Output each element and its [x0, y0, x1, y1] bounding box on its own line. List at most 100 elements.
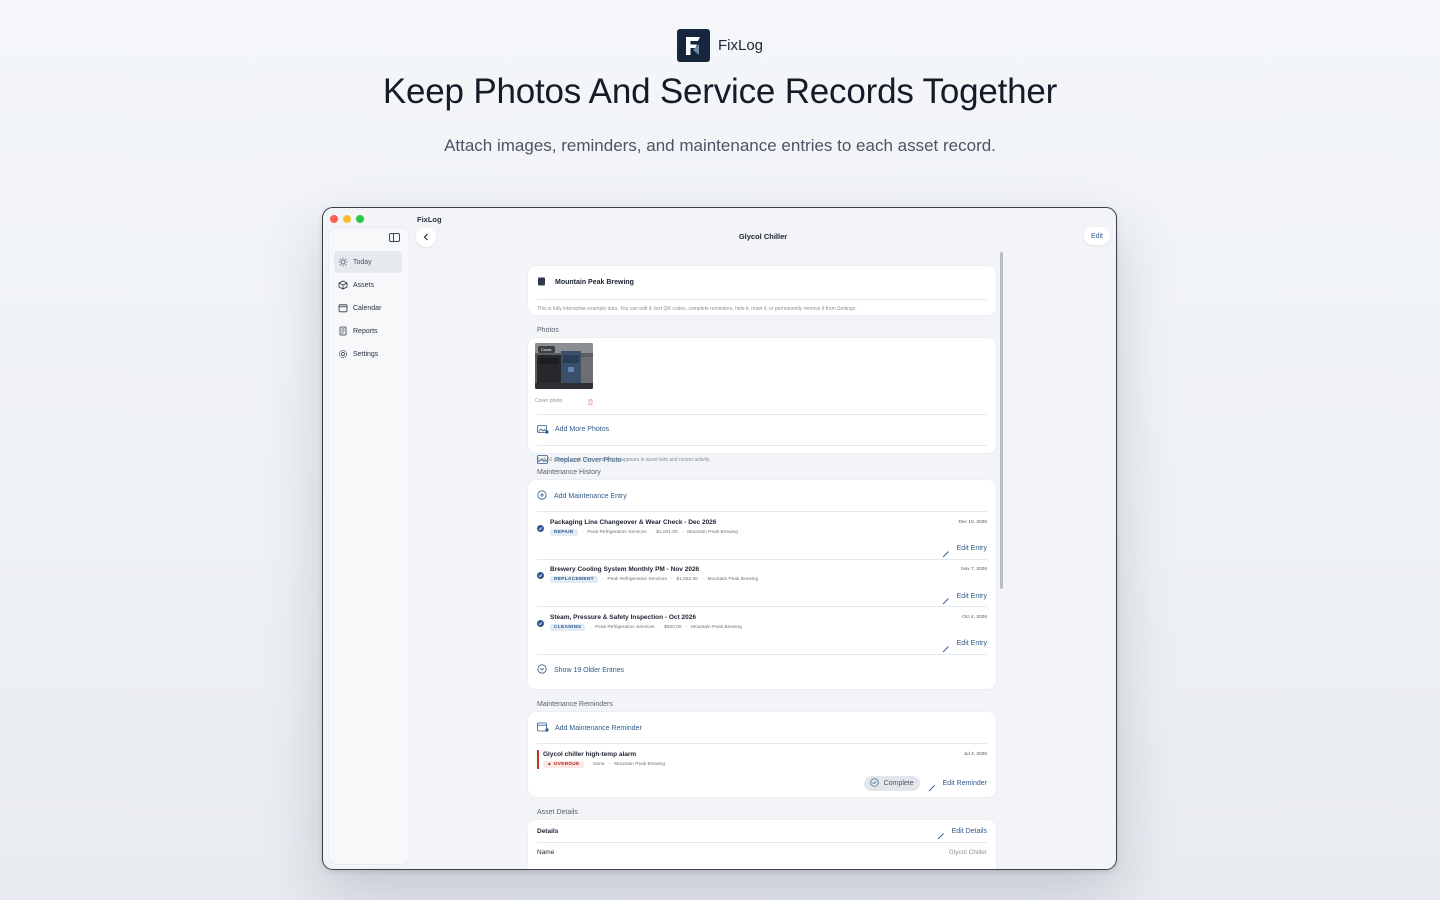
sidebar-item-assets[interactable]: Assets [334, 274, 402, 296]
chevron-left-icon [423, 233, 428, 241]
maintenance-reminders-card: Add Maintenance Reminder Glycol chiller … [528, 712, 996, 797]
entry-vendor: Peak Refrigeration Services [587, 529, 647, 535]
maintenance-entry-row[interactable]: Brewery Cooling System Monthly PM - Nov … [528, 559, 996, 606]
report-icon [338, 326, 348, 336]
entry-cost: $1,553.60 [676, 577, 698, 582]
entry-title: Brewery Cooling System Monthly PM - Nov … [550, 566, 700, 573]
brand-name: FixLog [717, 37, 764, 54]
add-maintenance-reminder-button[interactable]: Add Maintenance Reminder [528, 712, 996, 743]
overdue-indicator [537, 749, 539, 769]
entry-site: Mountain Peak Brewing [687, 529, 738, 535]
calendar-icon [338, 303, 348, 313]
sidebar-toggle-icon[interactable] [389, 233, 400, 242]
maintenance-entries-list: Packaging Line Changeover & Wear Check -… [528, 512, 996, 654]
entry-vendor: Peak Refrigeration Services [607, 577, 667, 582]
brand-header: FixLog [0, 29, 1440, 62]
edit-button[interactable]: Edit [1083, 227, 1110, 245]
hero-subtitle: Attach images, reminders, and maintenanc… [444, 136, 996, 155]
content-scrollbar[interactable] [1000, 252, 1003, 589]
sidebar-item-label: Settings [353, 350, 379, 358]
add-maintenance-entry-button[interactable]: Add Maintenance Entry [528, 480, 996, 511]
add-maintenance-entry-label: Add Maintenance Entry [554, 492, 627, 500]
fixlog-logo-icon [676, 29, 710, 62]
sidebar-item-today[interactable]: Today [334, 251, 402, 273]
details-card-title: Details [537, 827, 559, 835]
sidebar-item-label: Reports [353, 327, 378, 335]
minimize-window-button[interactable] [343, 215, 351, 223]
complete-label: Complete [883, 779, 914, 787]
edit-reminder-label: Edit Reminder [942, 779, 987, 787]
sidebar-item-settings[interactable]: Settings [334, 343, 402, 365]
chevron-down-circle-icon [537, 661, 547, 679]
check-circle-icon [870, 774, 879, 792]
show-older-entries-label: Show 19 Older Entries [554, 666, 625, 674]
add-maintenance-reminder-label: Add Maintenance Reminder [555, 724, 642, 732]
maintenance-history-heading: Maintenance History [537, 469, 601, 476]
entry-site: Mountain Peak Brewing [691, 624, 742, 630]
app-window: FixLog Today Assets Calendar Reports Set… [322, 207, 1117, 870]
maintenance-entry-row[interactable]: Packaging Line Changeover & Wear Check -… [528, 512, 996, 559]
maintenance-history-card: Add Maintenance Entry Packaging Line Cha… [528, 480, 996, 689]
entry-cost: $600.00 [664, 624, 682, 630]
photos-heading: Photos [537, 327, 559, 334]
reminder-date: Jul 3, 2026 [963, 751, 987, 757]
organization-card: Mountain Peak Brewing This is fully inte… [528, 266, 996, 315]
add-more-photos-label: Add More Photos [555, 426, 610, 433]
entry-vendor: Peak Refrigeration Services [595, 624, 655, 630]
sidebar-item-calendar[interactable]: Calendar [334, 297, 402, 319]
organization-name: Mountain Peak Brewing [555, 278, 634, 286]
edit-details-button[interactable]: Edit Details [937, 827, 987, 840]
close-window-button[interactable] [330, 215, 338, 223]
sidebar-item-label: Today [353, 258, 372, 266]
sun-icon [338, 257, 348, 267]
plus-circle-icon [537, 487, 547, 505]
window-title: FixLog [417, 215, 442, 224]
cube-icon [338, 280, 348, 290]
edit-entry-label: Edit Entry [956, 592, 987, 600]
edit-entry-button[interactable]: Edit Entry [537, 640, 987, 652]
cover-photo[interactable]: Cover [535, 343, 593, 389]
entry-type-badge: CLEANING [550, 623, 586, 631]
detail-name-label: Name [537, 848, 555, 856]
overdue-badge: ▲ OVERDUE [543, 760, 584, 768]
back-button[interactable] [416, 227, 436, 247]
edit-details-label: Edit Details [951, 827, 987, 835]
gear-icon [338, 349, 348, 359]
trash-icon[interactable] [588, 392, 593, 410]
calendar-plus-icon [537, 719, 549, 737]
edit-reminder-button[interactable]: Edit Reminder [928, 779, 987, 792]
entry-date: Nov 7, 2026 [961, 567, 987, 572]
edit-entry-button[interactable]: Edit Entry [537, 545, 987, 557]
pencil-icon [942, 545, 950, 557]
edit-entry-button[interactable]: Edit Entry [537, 592, 987, 605]
edit-entry-label: Edit Entry [956, 640, 987, 647]
sidebar-item-reports[interactable]: Reports [334, 320, 402, 342]
edit-entry-label: Edit Entry [956, 545, 987, 552]
add-more-photos-button[interactable]: Add More Photos [528, 415, 996, 445]
reminder-assignee: None [593, 761, 605, 767]
reminder-row[interactable]: Glycol chiller high-temp alarm Jul 3, 20… [528, 744, 996, 792]
sidebar-nav: Today Assets Calendar Reports Settings [334, 251, 402, 366]
asset-details-heading: Asset Details [537, 809, 578, 816]
pencil-icon [942, 640, 950, 652]
entry-site: Mountain Peak Brewing [707, 577, 759, 582]
asset-detail-content: Mountain Peak Brewing This is fully inte… [528, 266, 996, 869]
detail-name-value: Glycol Chiller [948, 848, 987, 856]
pencil-icon [928, 779, 936, 792]
entry-date: Oct 4, 2026 [962, 614, 987, 620]
detail-row-name: Name Glycol Chiller [528, 843, 996, 862]
entry-title: Packaging Line Changeover & Wear Check -… [550, 518, 717, 526]
complete-reminder-button[interactable]: Complete [863, 774, 920, 792]
sidebar-item-label: Calendar [353, 304, 382, 312]
sidebar: Today Assets Calendar Reports Settings [329, 228, 409, 864]
show-older-entries-button[interactable]: Show 19 Older Entries [528, 654, 996, 686]
maintenance-reminders-heading: Maintenance Reminders [537, 701, 613, 708]
warning-icon: ▲ [547, 761, 554, 767]
entry-type-badge: REPAIR [550, 528, 578, 536]
completed-check-icon [537, 524, 544, 532]
zoom-window-button[interactable] [356, 215, 364, 223]
add-photo-icon [537, 421, 549, 439]
maintenance-entry-row[interactable]: Steam, Pressure & Safety Inspection - Oc… [528, 607, 996, 654]
building-icon [537, 273, 546, 291]
reminder-site: Mountain Peak Brewing [614, 761, 665, 767]
